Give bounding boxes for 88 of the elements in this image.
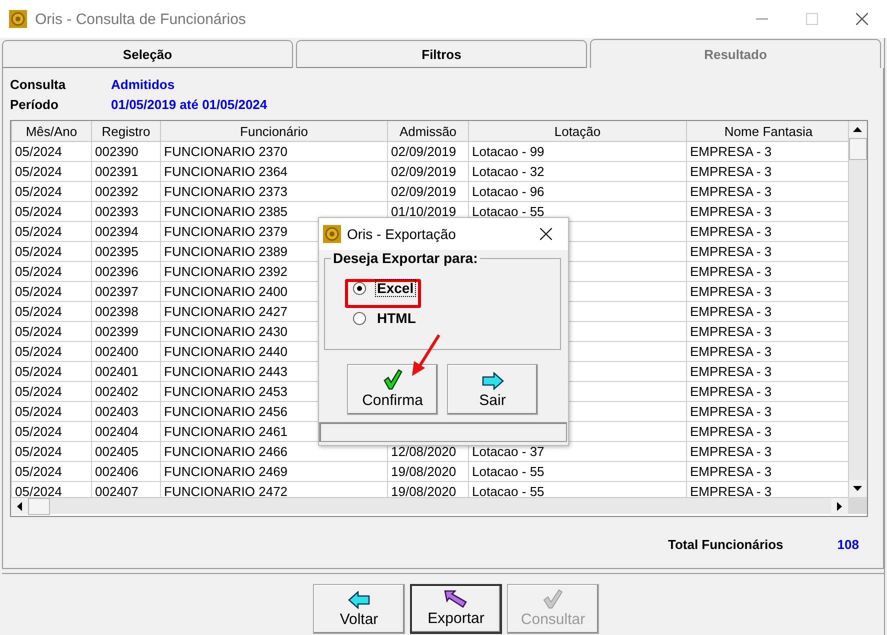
confirm-button[interactable]: Confirma xyxy=(347,364,438,415)
field-label: Consulta xyxy=(10,76,67,92)
total-value: 108 xyxy=(837,537,859,552)
field-label: Período xyxy=(10,96,60,112)
column-header[interactable]: Mês/Ano xyxy=(12,121,92,142)
table-cell: 002402 xyxy=(92,382,160,402)
app-icon xyxy=(9,10,27,28)
table-cell: 002405 xyxy=(92,442,160,462)
scroll-down-icon[interactable] xyxy=(853,486,862,491)
table-cell: 05/2024 xyxy=(12,142,92,162)
table-cell: 19/08/2020 xyxy=(388,462,468,482)
arrow-right-icon xyxy=(482,372,504,390)
table-cell: FUNCIONARIO 2373 xyxy=(160,182,388,202)
table-cell: 002401 xyxy=(92,362,160,382)
back-button[interactable]: Voltar xyxy=(313,584,405,634)
horizontal-scrollbar[interactable] xyxy=(11,497,848,514)
scroll-up-icon[interactable] xyxy=(853,127,862,132)
table-cell: 002398 xyxy=(92,302,160,322)
vertical-scrollbar[interactable] xyxy=(848,121,867,497)
table-cell: 05/2024 xyxy=(12,362,92,382)
table-cell: 05/2024 xyxy=(12,382,92,402)
table-cell: 002400 xyxy=(92,342,160,362)
exit-button[interactable]: Sair xyxy=(447,364,538,415)
table-cell: 002391 xyxy=(92,162,160,182)
close-icon[interactable] xyxy=(540,228,552,240)
column-header[interactable]: Admissão xyxy=(388,121,468,142)
table-cell: FUNCIONARIO 2364 xyxy=(160,162,388,182)
column-header[interactable]: Registro xyxy=(92,121,160,142)
table-cell: 05/2024 xyxy=(12,342,92,362)
close-icon[interactable] xyxy=(856,13,868,25)
scroll-thumb[interactable] xyxy=(28,498,50,514)
table-cell: 05/2024 xyxy=(12,182,92,202)
column-header[interactable]: Funcionário xyxy=(160,121,388,142)
table-cell: 002397 xyxy=(92,282,160,302)
window-title: Oris - Consulta de Funcionários xyxy=(35,10,247,28)
table-cell: 002393 xyxy=(92,202,160,222)
table-cell: 05/2024 xyxy=(12,202,92,222)
table-cell: Lotacao - 32 xyxy=(468,162,686,182)
table-cell: 02/09/2019 xyxy=(388,162,468,182)
table-cell: FUNCIONARIO 2469 xyxy=(160,462,388,482)
table-cell: 002399 xyxy=(92,322,160,342)
table-cell: 05/2024 xyxy=(12,262,92,282)
table-cell: 002396 xyxy=(92,262,160,282)
table-cell: 05/2024 xyxy=(12,442,92,462)
check-icon xyxy=(543,589,563,609)
tab[interactable]: Seleção xyxy=(2,40,293,68)
table-cell: Lotacao - 96 xyxy=(468,182,686,202)
field-value: Admitidos xyxy=(111,76,175,92)
scroll-right-icon[interactable] xyxy=(837,502,842,510)
tab[interactable]: Resultado xyxy=(590,39,881,68)
table-cell: 002395 xyxy=(92,242,160,262)
radio-button[interactable] xyxy=(353,282,366,294)
table-cell: 002404 xyxy=(92,422,160,442)
table-cell: 05/2024 xyxy=(12,222,92,242)
table-cell: 002403 xyxy=(92,402,160,422)
tab[interactable]: Filtros xyxy=(296,40,587,68)
export-button[interactable]: Exportar xyxy=(410,584,502,634)
table-cell: 002406 xyxy=(92,462,160,482)
field-value: 01/05/2019 até 01/05/2024 xyxy=(111,96,268,112)
table-cell: 05/2024 xyxy=(12,242,92,262)
app-icon xyxy=(323,225,341,243)
table-cell: Lotacao - 55 xyxy=(468,462,686,482)
table-cell: 05/2024 xyxy=(12,322,92,342)
scroll-left-icon[interactable] xyxy=(17,502,22,510)
table-cell: FUNCIONARIO 2370 xyxy=(160,142,388,162)
table-cell: 05/2024 xyxy=(12,162,92,182)
group-label: Deseja Exportar para: xyxy=(331,250,480,266)
table-cell: 05/2024 xyxy=(12,462,92,482)
table-cell: 002390 xyxy=(92,142,160,162)
scroll-thumb[interactable] xyxy=(849,138,867,160)
check-icon xyxy=(382,369,402,390)
radio-button[interactable] xyxy=(353,312,366,324)
table-cell: 002394 xyxy=(92,222,160,242)
table-cell: 05/2024 xyxy=(12,402,92,422)
table-cell: Lotacao - 99 xyxy=(468,142,686,162)
table-cell: 05/2024 xyxy=(12,282,92,302)
arrow-left-icon xyxy=(348,591,370,609)
table-cell: 02/09/2019 xyxy=(388,142,468,162)
table-cell: 002392 xyxy=(92,182,160,202)
scrollbar-corner xyxy=(848,497,867,514)
column-header[interactable]: Lotação xyxy=(468,121,686,142)
table-cell: 02/09/2019 xyxy=(388,182,468,202)
table-cell: 05/2024 xyxy=(12,302,92,322)
column-header[interactable]: Nome Fantasia xyxy=(686,121,848,142)
table-cell: 05/2024 xyxy=(12,422,92,442)
annotation-arrow xyxy=(409,333,441,377)
total-label: Total Funcionários xyxy=(668,537,784,552)
arrow-up-left-icon xyxy=(444,590,468,608)
